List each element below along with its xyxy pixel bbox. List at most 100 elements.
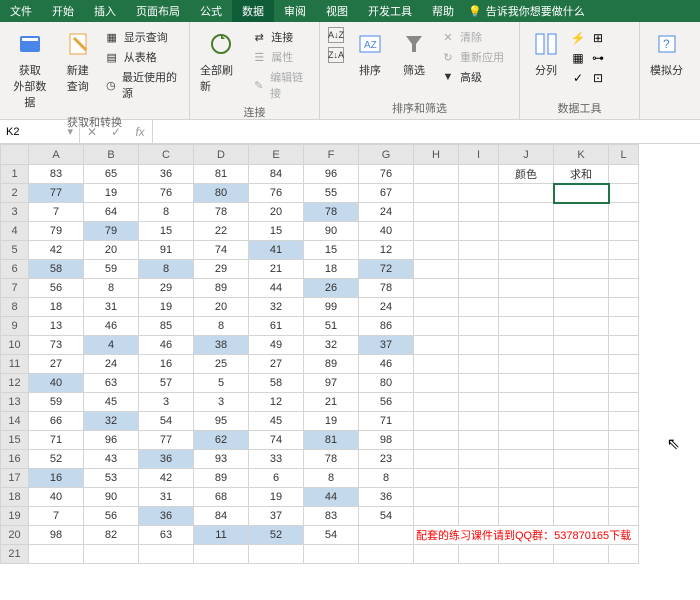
cell[interactable]: 8	[139, 260, 194, 279]
tell-me-search[interactable]: 💡 告诉我你想要做什么	[468, 0, 585, 22]
sort-asc-button[interactable]: A↓Z	[326, 26, 346, 44]
cell[interactable]	[414, 431, 459, 450]
cell[interactable]: 6	[249, 469, 304, 488]
col-header[interactable]: D	[194, 145, 249, 165]
cell[interactable]: 54	[359, 507, 414, 526]
row-header[interactable]: 8	[1, 298, 29, 317]
col-header[interactable]: L	[609, 145, 639, 165]
filter-button[interactable]: 筛选	[394, 26, 434, 80]
cell[interactable]	[554, 184, 609, 203]
cell[interactable]	[609, 355, 639, 374]
row-header[interactable]: 3	[1, 203, 29, 222]
cell[interactable]: 27	[249, 355, 304, 374]
tab-review[interactable]: 审阅	[274, 0, 316, 22]
cell[interactable]: 15	[249, 222, 304, 241]
col-header[interactable]: I	[459, 145, 499, 165]
cell[interactable]: 57	[139, 374, 194, 393]
cell[interactable]: 颜色	[499, 165, 554, 184]
cell[interactable]: 56	[359, 393, 414, 412]
cell[interactable]: 55	[304, 184, 359, 203]
cell[interactable]: 36	[139, 165, 194, 184]
cell[interactable]: 3	[139, 393, 194, 412]
col-header[interactable]: F	[304, 145, 359, 165]
tab-dev[interactable]: 开发工具	[358, 0, 422, 22]
cell[interactable]: 46	[139, 336, 194, 355]
cell[interactable]	[459, 336, 499, 355]
cell[interactable]	[459, 279, 499, 298]
cell[interactable]	[414, 507, 459, 526]
cell[interactable]: 61	[249, 317, 304, 336]
cell[interactable]: 23	[359, 450, 414, 469]
cell[interactable]	[499, 488, 554, 507]
cell[interactable]	[609, 393, 639, 412]
cell[interactable]	[609, 431, 639, 450]
cell[interactable]: 40	[359, 222, 414, 241]
row-header[interactable]: 5	[1, 241, 29, 260]
cell[interactable]: 43	[84, 450, 139, 469]
cell[interactable]: 46	[359, 355, 414, 374]
recent-sources-button[interactable]: ◷最近使用的源	[102, 68, 183, 102]
cell[interactable]: 19	[249, 488, 304, 507]
tab-formula[interactable]: 公式	[190, 0, 232, 22]
cell[interactable]	[459, 412, 499, 431]
cell[interactable]: 22	[194, 222, 249, 241]
cell[interactable]	[554, 222, 609, 241]
clear-filter-button[interactable]: ✕清除	[438, 28, 506, 46]
cell[interactable]: 24	[84, 355, 139, 374]
row-header[interactable]: 21	[1, 545, 29, 564]
reapply-button[interactable]: ↻重新应用	[438, 48, 506, 66]
cell[interactable]	[554, 507, 609, 526]
cell[interactable]: 91	[139, 241, 194, 260]
cell[interactable]	[609, 184, 639, 203]
cell[interactable]: 83	[304, 507, 359, 526]
col-header[interactable]: H	[414, 145, 459, 165]
cell[interactable]: 54	[139, 412, 194, 431]
cell[interactable]	[609, 469, 639, 488]
cell[interactable]	[359, 545, 414, 564]
cell[interactable]	[554, 412, 609, 431]
cell[interactable]	[499, 279, 554, 298]
cell[interactable]: 15	[304, 241, 359, 260]
cell[interactable]: 78	[194, 203, 249, 222]
cell[interactable]: 16	[29, 469, 84, 488]
cell[interactable]: 5	[194, 374, 249, 393]
cell[interactable]	[609, 260, 639, 279]
row-header[interactable]: 15	[1, 431, 29, 450]
cell[interactable]: 4	[84, 336, 139, 355]
cell[interactable]: 8	[84, 279, 139, 298]
show-queries-button[interactable]: ▦显示查询	[102, 28, 183, 46]
cell[interactable]	[459, 545, 499, 564]
datamodel-icon[interactable]: ⊡	[590, 70, 606, 86]
cell[interactable]	[554, 545, 609, 564]
cell[interactable]: 33	[249, 450, 304, 469]
cell[interactable]	[554, 450, 609, 469]
cell[interactable]: 29	[139, 279, 194, 298]
cell[interactable]: 80	[194, 184, 249, 203]
cell[interactable]: 97	[304, 374, 359, 393]
cell[interactable]	[554, 393, 609, 412]
cell[interactable]: 90	[84, 488, 139, 507]
cell[interactable]	[554, 374, 609, 393]
col-header[interactable]: E	[249, 145, 304, 165]
tab-file[interactable]: 文件	[0, 0, 42, 22]
cell[interactable]: 51	[304, 317, 359, 336]
cell[interactable]	[249, 545, 304, 564]
cell[interactable]	[459, 241, 499, 260]
consolidate-icon[interactable]: ⊞	[590, 30, 606, 46]
cell[interactable]	[414, 184, 459, 203]
cell[interactable]	[459, 184, 499, 203]
cell[interactable]	[414, 260, 459, 279]
cell[interactable]: 67	[359, 184, 414, 203]
cell[interactable]	[554, 298, 609, 317]
properties-button[interactable]: ☰属性	[249, 48, 313, 66]
row-header[interactable]: 16	[1, 450, 29, 469]
cell[interactable]: 32	[304, 336, 359, 355]
cell[interactable]: 79	[29, 222, 84, 241]
cell[interactable]: 42	[29, 241, 84, 260]
cell[interactable]	[459, 393, 499, 412]
cell[interactable]	[609, 222, 639, 241]
cell[interactable]: 63	[139, 526, 194, 545]
cell[interactable]	[554, 279, 609, 298]
cell[interactable]	[459, 469, 499, 488]
cell[interactable]: 93	[194, 450, 249, 469]
